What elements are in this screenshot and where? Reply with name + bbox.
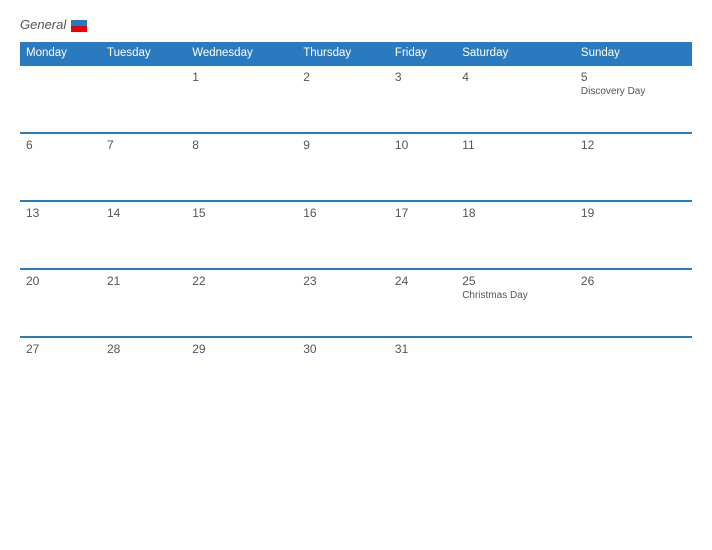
day-number: 3 (395, 70, 450, 84)
day-cell: 14 (101, 201, 186, 269)
day-cell: 4 (456, 65, 575, 133)
day-number: 20 (26, 274, 95, 288)
day-number: 28 (107, 342, 180, 356)
day-cell: 16 (297, 201, 389, 269)
day-cell: 28 (101, 337, 186, 405)
col-header-tuesday: Tuesday (101, 42, 186, 65)
day-cell: 10 (389, 133, 456, 201)
day-cell: 22 (186, 269, 297, 337)
day-cell: 13 (20, 201, 101, 269)
day-number: 2 (303, 70, 383, 84)
day-number: 4 (462, 70, 569, 84)
day-number: 25 (462, 274, 569, 288)
day-number: 7 (107, 138, 180, 152)
week-row-3: 13 14 15 16 17 18 19 (20, 201, 692, 269)
day-cell: 26 (575, 269, 692, 337)
day-cell: 18 (456, 201, 575, 269)
day-cell: 7 (101, 133, 186, 201)
day-cell (101, 65, 186, 133)
day-number: 26 (581, 274, 686, 288)
col-header-monday: Monday (20, 42, 101, 65)
day-number: 14 (107, 206, 180, 220)
day-number: 19 (581, 206, 686, 220)
holiday-label: Christmas Day (462, 290, 569, 301)
day-number: 13 (26, 206, 95, 220)
day-number: 21 (107, 274, 180, 288)
day-cell: 2 (297, 65, 389, 133)
day-cell (20, 65, 101, 133)
day-number: 17 (395, 206, 450, 220)
day-cell: 31 (389, 337, 456, 405)
col-header-friday: Friday (389, 42, 456, 65)
day-number: 31 (395, 342, 450, 356)
day-number: 5 (581, 70, 686, 84)
day-cell: 23 (297, 269, 389, 337)
day-cell: 30 (297, 337, 389, 405)
col-header-thursday: Thursday (297, 42, 389, 65)
day-number: 23 (303, 274, 383, 288)
col-header-sunday: Sunday (575, 42, 692, 65)
day-number: 8 (192, 138, 291, 152)
page: General MondayTuesdayWednesdayThursdayFr… (0, 0, 712, 550)
day-number: 30 (303, 342, 383, 356)
logo-flag-icon (71, 20, 87, 32)
week-row-2: 6789 10 11 12 (20, 133, 692, 201)
day-number: 15 (192, 206, 291, 220)
day-number: 11 (462, 138, 569, 152)
week-row-1: 12345 Discovery Day (20, 65, 692, 133)
day-cell: 27 (20, 337, 101, 405)
day-number: 12 (581, 138, 686, 152)
logo: General (20, 18, 87, 32)
day-number: 10 (395, 138, 450, 152)
header: General (20, 18, 692, 32)
day-cell: 9 (297, 133, 389, 201)
day-number: 6 (26, 138, 95, 152)
calendar-header-row: MondayTuesdayWednesdayThursdayFridaySatu… (20, 42, 692, 65)
week-row-4: 20 21 22 23 24 25 Christmas Day 26 (20, 269, 692, 337)
week-row-5: 27 28 29 30 31 (20, 337, 692, 405)
day-number: 16 (303, 206, 383, 220)
day-cell: 19 (575, 201, 692, 269)
day-cell: 1 (186, 65, 297, 133)
day-cell: 8 (186, 133, 297, 201)
day-cell: 3 (389, 65, 456, 133)
calendar-table: MondayTuesdayWednesdayThursdayFridaySatu… (20, 42, 692, 405)
day-cell: 12 (575, 133, 692, 201)
day-number: 24 (395, 274, 450, 288)
col-header-wednesday: Wednesday (186, 42, 297, 65)
holiday-label: Discovery Day (581, 86, 686, 97)
day-cell (575, 337, 692, 405)
day-cell: 17 (389, 201, 456, 269)
col-header-saturday: Saturday (456, 42, 575, 65)
day-cell (456, 337, 575, 405)
logo-general: General (20, 18, 87, 32)
day-cell: 5 Discovery Day (575, 65, 692, 133)
day-cell: 15 (186, 201, 297, 269)
day-cell: 11 (456, 133, 575, 201)
day-number: 9 (303, 138, 383, 152)
day-cell: 24 (389, 269, 456, 337)
day-number: 18 (462, 206, 569, 220)
day-cell: 21 (101, 269, 186, 337)
day-cell: 25 Christmas Day (456, 269, 575, 337)
day-cell: 6 (20, 133, 101, 201)
day-number: 22 (192, 274, 291, 288)
day-cell: 29 (186, 337, 297, 405)
day-number: 1 (192, 70, 291, 84)
day-number: 29 (192, 342, 291, 356)
day-number: 27 (26, 342, 95, 356)
day-cell: 20 (20, 269, 101, 337)
